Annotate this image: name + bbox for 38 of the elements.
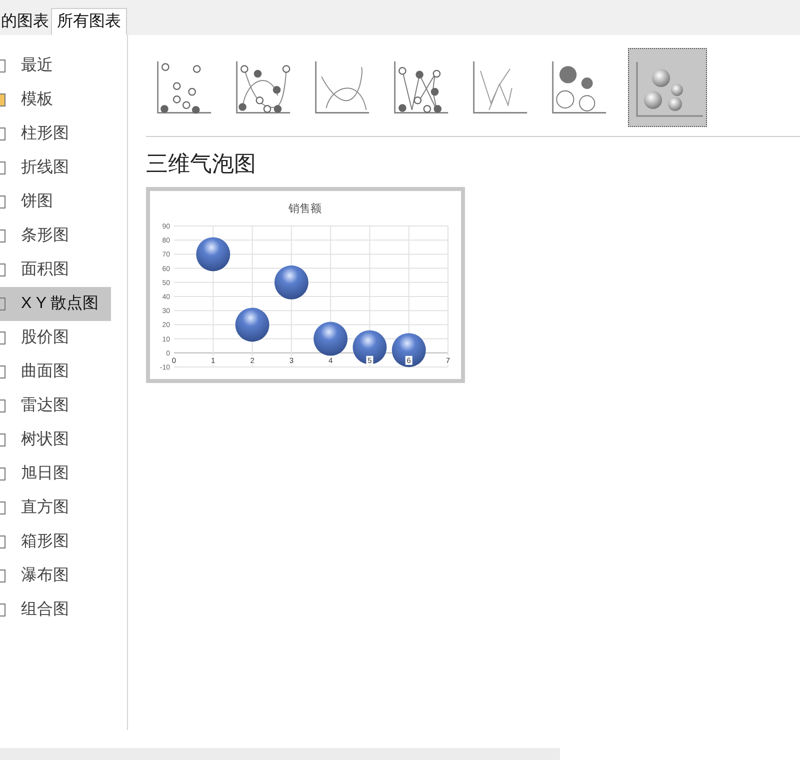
chart-category-item[interactable]: 树状图	[0, 423, 111, 457]
category-icon	[0, 92, 7, 108]
chart-category-item[interactable]: 折线图	[0, 151, 111, 185]
tab[interactable]: 所有图表	[51, 8, 127, 35]
category-icon	[0, 58, 7, 74]
chart-category-item[interactable]: 组合图	[0, 593, 111, 627]
chart-category-item[interactable]: 直方图	[0, 491, 111, 525]
chart-subtype-button[interactable]	[628, 48, 707, 127]
chart-category-item[interactable]: X Y 散点图	[0, 287, 111, 321]
chart-category-item[interactable]: 柱形图	[0, 117, 111, 151]
category-icon	[0, 126, 7, 142]
chart-category-item[interactable]: 条形图	[0, 219, 111, 253]
category-icon	[0, 364, 7, 380]
chart-category-item[interactable]: 面积图	[0, 253, 111, 287]
category-icon	[0, 330, 7, 346]
category-icon	[0, 296, 7, 312]
category-icon	[0, 466, 7, 482]
category-icon	[0, 500, 7, 516]
chart-category-item[interactable]: 雷达图	[0, 389, 111, 423]
chart-category-item[interactable]: 曲面图	[0, 355, 111, 389]
category-icon	[0, 602, 7, 618]
category-icon	[0, 534, 7, 550]
category-icon	[0, 432, 7, 448]
subtype-title: 三维气泡图	[146, 150, 257, 178]
chart-category-item[interactable]: 饼图	[0, 185, 111, 219]
chart-category-item[interactable]: 模板	[0, 83, 111, 117]
category-icon	[0, 228, 7, 244]
category-icon	[0, 398, 7, 414]
chart-title: 销售额	[288, 203, 322, 215]
category-icon	[0, 262, 7, 278]
chart-category-item[interactable]: 股价图	[0, 321, 111, 355]
category-icon	[0, 568, 7, 584]
category-icon	[0, 194, 7, 210]
chart-category-item[interactable]: 瀑布图	[0, 559, 111, 593]
chart-category-item[interactable]: 旭日图	[0, 457, 111, 491]
category-icon	[0, 160, 7, 176]
chart-category-item[interactable]: 最近	[0, 49, 111, 83]
chart-category-item[interactable]: 箱形图	[0, 525, 111, 559]
